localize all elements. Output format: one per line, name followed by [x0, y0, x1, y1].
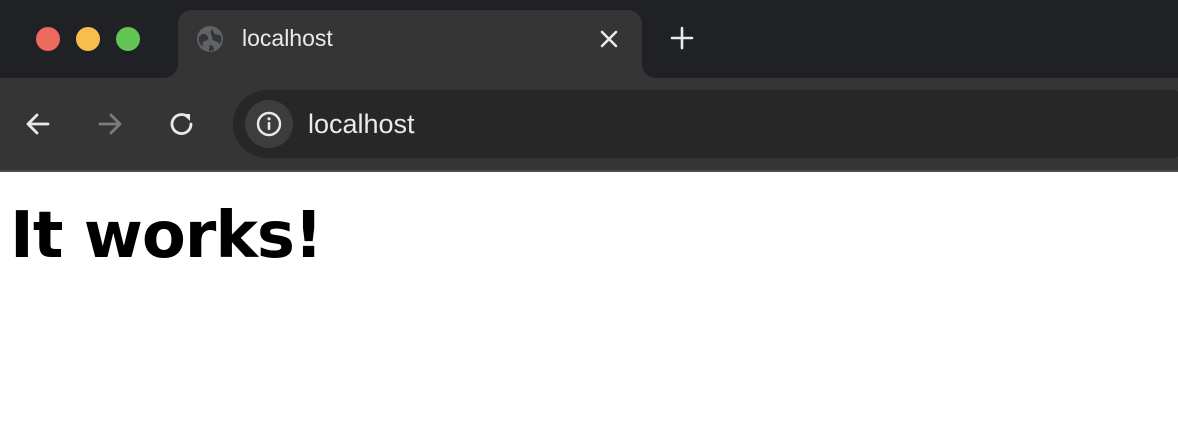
- tab-localhost[interactable]: localhost: [164, 10, 656, 78]
- globe-icon: [196, 25, 224, 53]
- tab-strip: localhost: [0, 0, 1178, 78]
- page-heading: It works!: [10, 199, 323, 273]
- tab-curve-left: [164, 64, 178, 78]
- tab-title: localhost: [242, 25, 333, 51]
- plus-icon[interactable]: [666, 22, 698, 54]
- browser-window: localhost localhost It works!: [0, 0, 1178, 428]
- close-window-button[interactable]: [36, 27, 60, 51]
- url-text[interactable]: localhost: [308, 108, 415, 140]
- toolbar: localhost: [0, 78, 1178, 170]
- minimize-window-button[interactable]: [76, 27, 100, 51]
- page-content: It works!: [0, 172, 1178, 428]
- reload-icon[interactable]: [164, 106, 200, 142]
- arrow-left-icon[interactable]: [20, 106, 56, 142]
- arrow-right-icon[interactable]: [92, 106, 128, 142]
- maximize-window-button[interactable]: [116, 27, 140, 51]
- info-icon[interactable]: [245, 100, 293, 148]
- address-bar[interactable]: localhost: [233, 90, 1178, 158]
- close-icon[interactable]: [596, 26, 622, 52]
- tab-curve-right: [642, 64, 656, 78]
